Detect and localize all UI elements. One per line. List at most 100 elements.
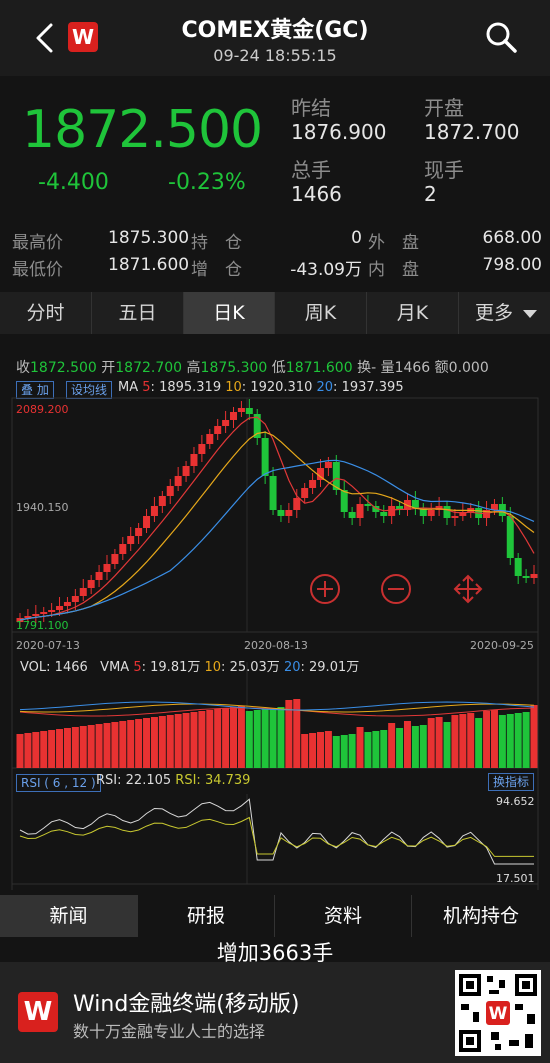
- app-banner[interactable]: W Wind金融终端(移动版) 数十万金融专业人士的选择 W: [0, 962, 550, 1063]
- quote-datetime: 09-24 18:55:15: [213, 46, 337, 65]
- tab-intraday[interactable]: 分时: [0, 292, 92, 334]
- volume-bar: [190, 712, 198, 768]
- ma20-line: [19, 459, 535, 621]
- kline-chart[interactable]: 2089.200 1940.150 1791.100 2020-07-13 20…: [0, 340, 550, 890]
- volume-bar: [459, 714, 467, 768]
- candle-body: [158, 496, 166, 506]
- inner-label: 内 盘: [368, 260, 419, 280]
- candle-body: [277, 510, 285, 516]
- oi-change-label: 增 仓: [191, 260, 242, 280]
- tab-daily-k[interactable]: 日K: [184, 292, 275, 334]
- rsi-top-label: 94.652: [496, 795, 535, 808]
- candle-body: [245, 408, 253, 414]
- volume-bar: [48, 730, 56, 768]
- date-label-start: 2020-07-13: [16, 639, 80, 652]
- volume-bar: [443, 722, 451, 768]
- candle-body: [348, 512, 356, 518]
- candle-body: [293, 498, 301, 510]
- last-price: 1872.500: [22, 100, 263, 160]
- volume-bar: [230, 707, 238, 768]
- volume-bar: [324, 731, 332, 768]
- volume-bar: [348, 734, 356, 768]
- volume-bar: [419, 725, 427, 768]
- volume-bar: [403, 721, 411, 768]
- tab-five-day[interactable]: 五日: [92, 292, 184, 334]
- axis-top-label: 2089.200: [16, 403, 69, 416]
- tab-more[interactable]: 更多: [459, 292, 550, 334]
- volume-bar: [16, 734, 24, 768]
- volume-bar: [56, 729, 64, 768]
- tab-more-label: 更多: [475, 302, 514, 324]
- volume-bar: [150, 717, 158, 768]
- candle-body: [111, 554, 119, 564]
- volume-bar: [103, 723, 111, 768]
- wind-banner-logo: W: [18, 992, 58, 1032]
- candle-body: [222, 420, 230, 426]
- page-title: COMEX黄金(GC): [181, 18, 369, 43]
- volume-bar: [87, 725, 95, 768]
- volume-bar: [135, 719, 143, 768]
- rsi12-line: [19, 816, 534, 857]
- volume-bar: [364, 732, 372, 768]
- volume-bar: [245, 711, 253, 768]
- axis-bottom-label: 1791.100: [16, 619, 69, 632]
- volume-bar: [530, 705, 538, 768]
- candle-body: [56, 606, 64, 610]
- search-icon[interactable]: [484, 20, 518, 54]
- volume-bar: [356, 727, 364, 768]
- candle-body: [451, 516, 459, 518]
- back-chevron-icon[interactable]: [34, 22, 54, 54]
- wind-logo: W: [68, 22, 98, 52]
- tab-profile[interactable]: 资料: [275, 895, 412, 937]
- high-label: 最高价: [12, 233, 63, 253]
- volume-bar: [182, 713, 190, 768]
- caret-down-icon: [523, 309, 538, 318]
- candle-body: [309, 480, 317, 488]
- current-hand-label: 现手: [424, 158, 464, 182]
- total-volume-value: 1466: [291, 182, 342, 206]
- zoom-in-icon[interactable]: [310, 574, 340, 604]
- volume-bar: [309, 733, 317, 768]
- date-label-mid: 2020-08-13: [244, 639, 308, 652]
- tab-monthly-k[interactable]: 月K: [367, 292, 459, 334]
- current-hand-value: 2: [424, 182, 437, 206]
- volume-bar: [277, 707, 285, 768]
- price-change-percent: -0.23%: [168, 170, 246, 195]
- volume-bar: [174, 714, 182, 768]
- candle-body: [143, 516, 151, 528]
- volume-bar: [388, 723, 396, 768]
- candle-body: [530, 574, 538, 578]
- candle-body: [63, 602, 71, 606]
- volume-bar: [483, 711, 491, 768]
- zoom-out-icon[interactable]: [381, 574, 411, 604]
- volume-bar: [222, 708, 230, 768]
- volume-bar: [32, 732, 40, 768]
- move-icon[interactable]: [453, 574, 483, 604]
- rsi-params-tag[interactable]: RSI ( 6 , 12 ): [16, 774, 101, 792]
- volume-bar: [166, 715, 174, 768]
- volume-bar: [293, 699, 301, 768]
- switch-indicator-button[interactable]: 换指标: [488, 773, 535, 791]
- volume-bar: [372, 731, 380, 768]
- candle-body: [103, 564, 111, 572]
- volume-bar: [206, 710, 214, 768]
- volume-bar: [127, 720, 135, 768]
- volume-bar: [63, 728, 71, 768]
- candle-body: [182, 466, 190, 476]
- open-value: 1872.700: [424, 120, 520, 144]
- candle-body: [324, 462, 332, 468]
- axis-mid-label: 1940.150: [16, 501, 69, 514]
- tab-institutional-holdings[interactable]: 机构持仓: [412, 895, 550, 937]
- tab-news[interactable]: 新闻: [0, 895, 138, 937]
- candle-body: [174, 476, 182, 486]
- candle-body: [269, 476, 277, 510]
- date-label-end: 2020-09-25: [470, 639, 534, 652]
- candle-body: [237, 408, 245, 412]
- tab-weekly-k[interactable]: 周K: [275, 292, 367, 334]
- candle-body: [301, 488, 309, 498]
- candle-body: [71, 596, 79, 602]
- qr-code: W: [455, 970, 541, 1056]
- tab-research[interactable]: 研报: [138, 895, 275, 937]
- candle-body: [285, 510, 293, 516]
- vol-legend: VOL: 1466 VMA 5: 19.81万 10: 25.03万 20: 2…: [20, 660, 360, 675]
